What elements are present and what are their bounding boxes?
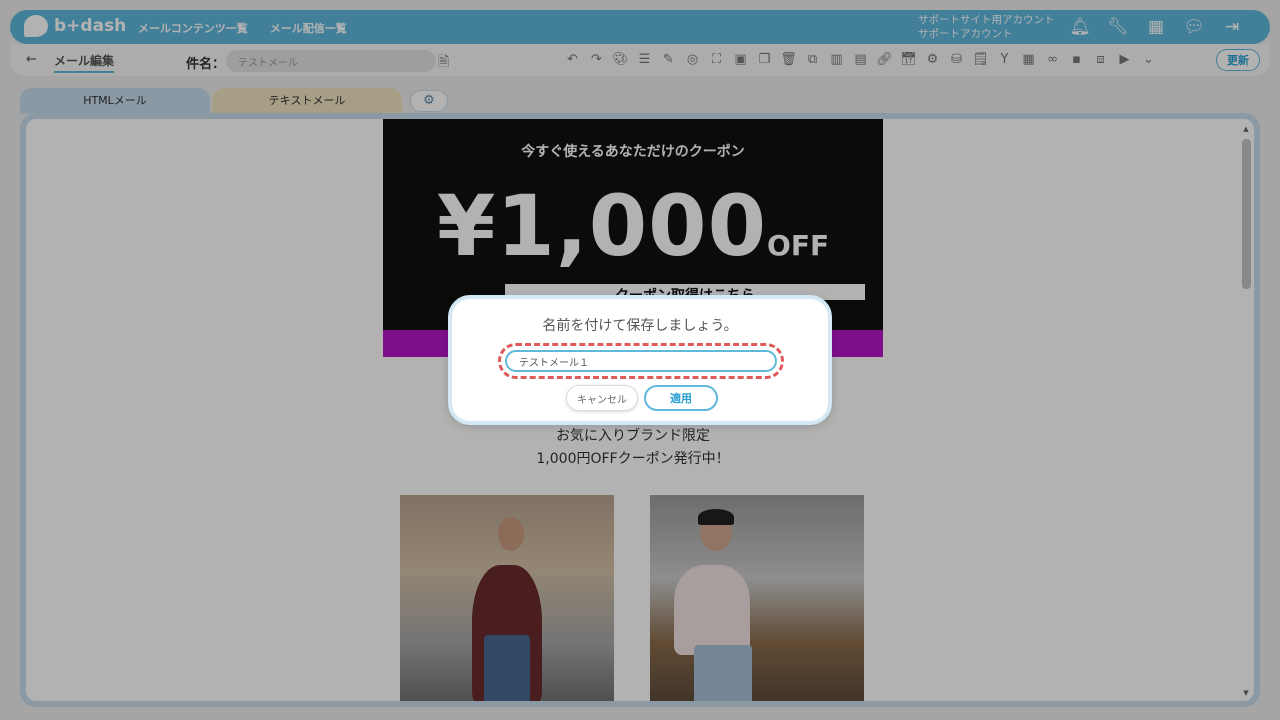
cancel-button[interactable]: キャンセル (566, 385, 638, 411)
highlight-outline (498, 343, 784, 379)
apply-button[interactable]: 適用 (644, 385, 718, 411)
save-as-dialog: 名前を付けて保存しましょう。 キャンセル 適用 (448, 295, 832, 425)
dialog-title: 名前を付けて保存しましょう。 (542, 318, 738, 334)
name-input[interactable] (505, 350, 777, 372)
